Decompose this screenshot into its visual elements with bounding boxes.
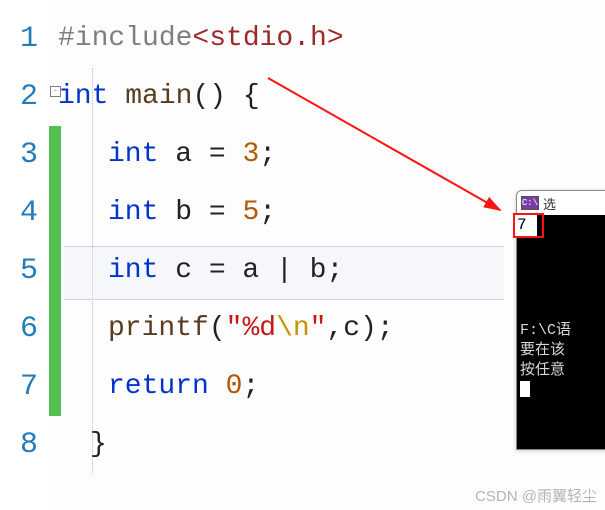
line-number: 7 (0, 358, 38, 416)
line-number: 2 (0, 68, 38, 126)
console-text: 按任意 (520, 362, 565, 379)
line-number: 5 (0, 242, 38, 300)
code-line-2: -int main() { (58, 68, 605, 126)
code-line-1: #include<stdio.h> (58, 10, 605, 68)
console-icon: C:\ (521, 196, 539, 210)
program-output: 7 (515, 215, 537, 236)
console-title: 选 (543, 194, 556, 213)
line-number: 8 (0, 416, 38, 474)
fold-minus-icon[interactable]: - (50, 86, 61, 97)
code-line-3: int a = 3; (58, 126, 605, 184)
code-editor: 1 2 3 4 5 6 7 8 #include<stdio.h> -int m… (0, 0, 605, 510)
console-titlebar[interactable]: C:\ 选 (517, 191, 605, 215)
line-number: 6 (0, 300, 38, 358)
modified-indicator (49, 126, 61, 416)
line-number-gutter: 1 2 3 4 5 6 7 8 (0, 0, 48, 510)
cursor-icon (520, 381, 530, 397)
line-number: 1 (0, 10, 38, 68)
console-body[interactable]: F:\C语 要在该 按任意 (517, 215, 605, 450)
console-text: F:\C语 (520, 322, 571, 339)
console-text: 要在该 (520, 342, 565, 359)
watermark: CSDN @雨翼轻尘 (475, 485, 597, 506)
output-highlight-box: 7 (513, 213, 544, 238)
line-number: 3 (0, 126, 38, 184)
line-number: 4 (0, 184, 38, 242)
